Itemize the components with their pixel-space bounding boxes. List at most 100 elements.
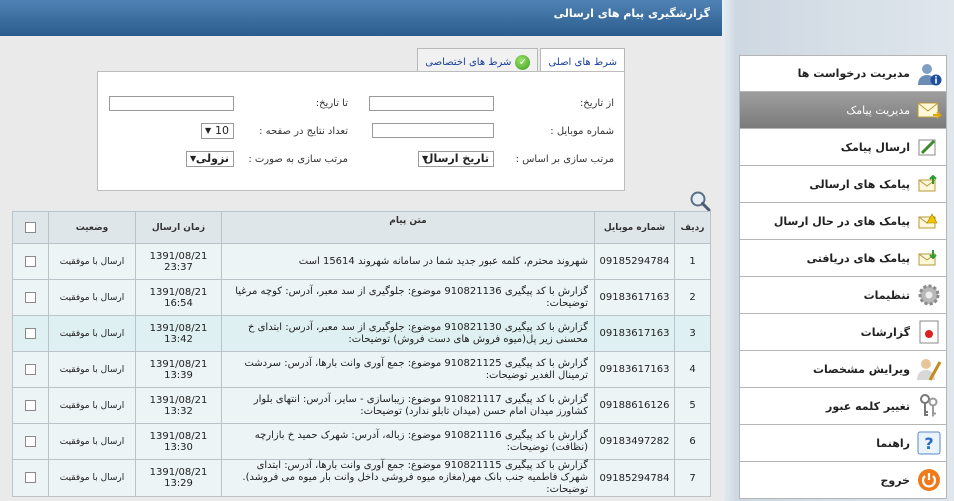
from-date-label: از تاریخ: bbox=[579, 98, 614, 109]
sidebar-item-label: مدیریت درخواست ها bbox=[797, 67, 910, 80]
gear-icon bbox=[916, 282, 942, 308]
select-all-checkbox[interactable] bbox=[25, 222, 36, 233]
row-select bbox=[12, 315, 49, 352]
row-message: گزارش با کد پیگیری 910821136 موضوع: جلوگ… bbox=[221, 279, 595, 316]
check-icon: ✓ bbox=[515, 54, 531, 70]
help-icon: ? bbox=[916, 430, 942, 456]
sort-by-label: مرتب سازی بر اساس : bbox=[515, 154, 614, 165]
row-mobile: 09188616126 bbox=[594, 387, 675, 424]
row-send-time: 1391/08/21 13:29 bbox=[135, 459, 222, 497]
mobile-input[interactable] bbox=[372, 123, 494, 138]
sidebar-item-envelope-down[interactable]: پیامک های دریافتی bbox=[739, 240, 947, 277]
sort-order-label: مرتب سازی به صورت : bbox=[248, 154, 348, 165]
sidebar-item-envelope-warning[interactable]: پیامک های در حال ارسال bbox=[739, 203, 947, 240]
envelope-icon bbox=[916, 97, 943, 123]
tab-main-conditions[interactable]: شرط های اصلی bbox=[540, 48, 625, 72]
row-select bbox=[12, 459, 49, 497]
row-mobile: 09183617163 bbox=[594, 279, 675, 316]
sidebar-item-keys[interactable]: تغییر کلمه عبور bbox=[739, 388, 947, 425]
row-message: گزارش با کد پیگیری 910821125 موضوع: جمع … bbox=[221, 351, 595, 388]
sidebar-item-label: گزارشات bbox=[860, 325, 910, 339]
col-status: وضعیت bbox=[48, 211, 136, 244]
sidebar-item-help[interactable]: راهنما? bbox=[739, 425, 947, 462]
power-icon bbox=[916, 467, 942, 493]
col-select-all bbox=[12, 211, 49, 244]
envelope-warning-icon bbox=[918, 212, 938, 230]
sidebar-item-envelope[interactable]: مدیریت پیامک bbox=[739, 92, 947, 129]
col-row-number: ردیف bbox=[674, 211, 711, 244]
sidebar-item-user-edit[interactable]: ویرایش مشخصات bbox=[739, 351, 947, 388]
row-checkbox[interactable] bbox=[25, 327, 36, 339]
sidebar-item-label: تنظیمات bbox=[863, 288, 910, 302]
sort-by-value: تاریخ ارسال bbox=[423, 152, 489, 165]
tab-special-conditions[interactable]: ✓ شرط های اختصاصی bbox=[417, 48, 539, 71]
sidebar-item-pen[interactable]: ارسال پیامک bbox=[739, 129, 947, 166]
row-checkbox[interactable] bbox=[25, 363, 36, 375]
envelope-up-icon bbox=[918, 174, 938, 193]
svg-text:?: ? bbox=[924, 434, 933, 453]
tab-label: شرط های اصلی bbox=[548, 57, 617, 68]
pen-icon bbox=[918, 138, 938, 156]
sort-order-value: نزولی bbox=[195, 152, 229, 165]
row-mobile: 09183497282 bbox=[594, 423, 675, 460]
row-checkbox[interactable] bbox=[25, 399, 36, 411]
keys-icon bbox=[916, 393, 942, 419]
row-select bbox=[12, 279, 49, 316]
filter-panel: از تاریخ: تا تاریخ: شماره موبایل : تعداد… bbox=[97, 71, 625, 191]
from-date-input[interactable] bbox=[369, 96, 494, 111]
page-size-label: تعداد نتایج در صفحه : bbox=[259, 126, 348, 137]
user-info-icon bbox=[916, 61, 942, 87]
row-status: ارسال با موفقیت bbox=[48, 423, 136, 460]
row-send-time: 1391/08/21 13:32 bbox=[135, 387, 222, 424]
user-edit-icon bbox=[916, 356, 942, 382]
sidebar-item-label: پیامک های در حال ارسال bbox=[773, 214, 910, 228]
col-message: متن پیام bbox=[221, 211, 595, 244]
table-row: 2 09183617163 گزارش با کد پیگیری 910821136… bbox=[12, 279, 711, 316]
row-mobile: 09183617163 bbox=[594, 315, 675, 352]
sidebar-item-gear[interactable]: تنظیمات bbox=[739, 277, 947, 314]
sort-by-select[interactable]: تاریخ ارسال ▼ bbox=[418, 151, 494, 167]
sidebar-shadow bbox=[722, 0, 736, 501]
to-date-label: تا تاریخ: bbox=[315, 98, 348, 109]
page-size-select[interactable]: 10 ▼ bbox=[201, 123, 234, 139]
row-checkbox[interactable] bbox=[25, 472, 36, 484]
sidebar-item-user-info[interactable]: مدیریت درخواست ها bbox=[739, 55, 947, 92]
row-send-time: 1391/08/21 13:39 bbox=[135, 351, 222, 388]
chevron-down-icon: ▼ bbox=[205, 126, 212, 135]
sidebar-item-report[interactable]: گزارشات bbox=[739, 314, 947, 351]
search-icon[interactable] bbox=[689, 190, 711, 212]
row-select bbox=[12, 387, 49, 424]
row-select bbox=[12, 243, 49, 280]
row-status: ارسال با موفقیت bbox=[48, 351, 136, 388]
row-mobile: 09185294784 bbox=[594, 459, 675, 497]
main-panel: گزارشگیری پیام های ارسالی شرط های اصلی ✓… bbox=[0, 0, 722, 501]
sidebar-item-power[interactable]: خروج bbox=[739, 462, 947, 499]
envelope-down-icon bbox=[918, 249, 938, 267]
row-send-time: 1391/08/21 13:42 bbox=[135, 315, 222, 352]
sidebar-item-label: ویرایش مشخصات bbox=[812, 362, 910, 376]
row-number: 1 bbox=[674, 243, 711, 280]
sidebar-item-envelope-up[interactable]: پیامک های ارسالی bbox=[739, 166, 947, 203]
row-status: ارسال با موفقیت bbox=[48, 279, 136, 316]
chevron-down-icon: ▼ bbox=[190, 154, 197, 163]
sort-order-select[interactable]: نزولی ▼ bbox=[186, 151, 234, 167]
sidebar-item-label: مدیریت پیامک bbox=[846, 103, 910, 117]
row-checkbox[interactable] bbox=[25, 255, 36, 267]
row-number: 4 bbox=[674, 351, 711, 388]
row-checkbox[interactable] bbox=[25, 291, 36, 303]
sidebar-item-label: پیامک های ارسالی bbox=[809, 177, 910, 191]
table-row: 3 09183617163 گزارش با کد پیگیری 910821130… bbox=[12, 315, 711, 352]
table-row: 6 09183497282 گزارش با کد پیگیری 910821116… bbox=[12, 423, 711, 460]
row-checkbox[interactable] bbox=[25, 435, 36, 447]
sidebar-menu: مدیریت درخواست ها مدیریت پیامک ارسال پیامک… bbox=[739, 55, 947, 499]
row-send-time: 1391/08/21 16:54 bbox=[135, 279, 222, 316]
row-status: ارسال با موفقیت bbox=[48, 243, 136, 280]
row-status: ارسال با موفقیت bbox=[48, 315, 136, 352]
row-message: گزارش با کد پیگیری 910821116 موضوع: زبال… bbox=[221, 423, 595, 460]
chevron-down-icon: ▼ bbox=[422, 154, 429, 163]
table-row: 4 09183617163 گزارش با کد پیگیری 910821125… bbox=[12, 351, 711, 388]
to-date-input[interactable] bbox=[109, 96, 234, 111]
mobile-label: شماره موبایل : bbox=[550, 126, 614, 137]
sidebar-item-label: تغییر کلمه عبور bbox=[826, 399, 910, 413]
page-title: گزارشگیری پیام های ارسالی bbox=[0, 0, 722, 36]
